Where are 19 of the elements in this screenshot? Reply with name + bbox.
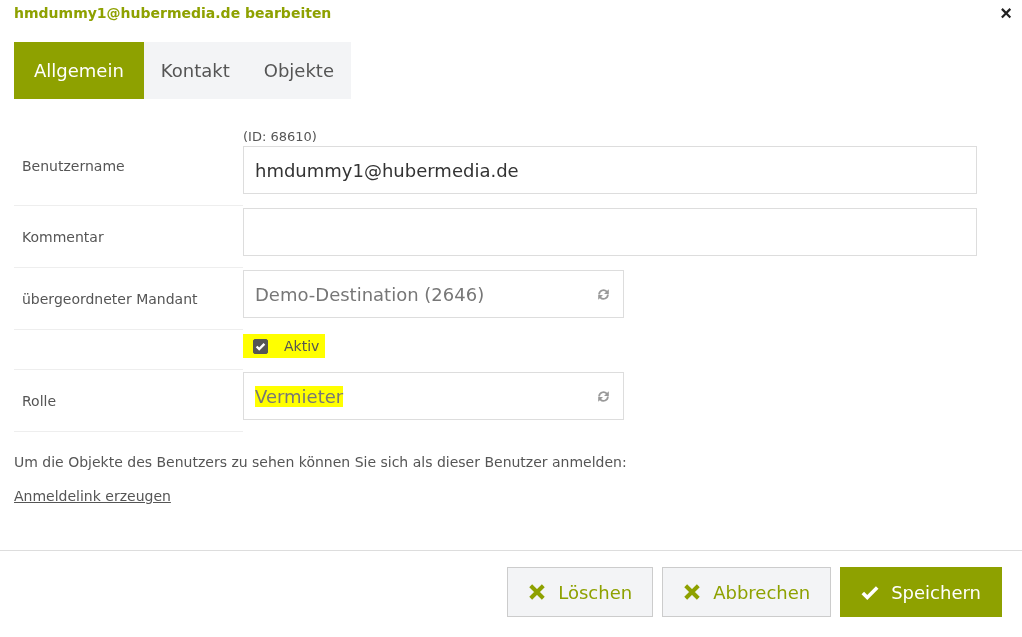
dialog-title: hmdummy1@hubermedia.de bearbeiten [14, 5, 332, 21]
select-field[interactable]: Demo-Destination (2646) [243, 270, 624, 318]
info-text: Um die Objekte des Benutzers zu sehen können Sie sich als dieser Benutzer anmelden: [14, 454, 628, 470]
cross-icon [683, 583, 702, 601]
close-button[interactable]: × [1000, 3, 1012, 23]
login-link[interactable]: Anmeldelink erzeugen [14, 488, 171, 504]
input-field[interactable] [243, 208, 977, 256]
checkbox[interactable] [253, 338, 268, 354]
field-label: Kommentar [22, 228, 104, 245]
field-label: Rolle [22, 392, 57, 409]
field-label: übergeordneter Mandant [22, 290, 198, 307]
select-field[interactable]: Vermieter [243, 372, 624, 420]
cross-icon [528, 583, 547, 601]
tab[interactable]: Kontakt [143, 42, 247, 99]
field-label: Benutzername [22, 158, 125, 174]
id-note: (ID: 68610) [243, 129, 318, 144]
tab[interactable]: Objekte [246, 42, 351, 99]
aktiv-checkbox[interactable]: Aktiv [243, 334, 326, 358]
input-field[interactable]: hmdummy1@hubermedia.de [243, 146, 977, 194]
